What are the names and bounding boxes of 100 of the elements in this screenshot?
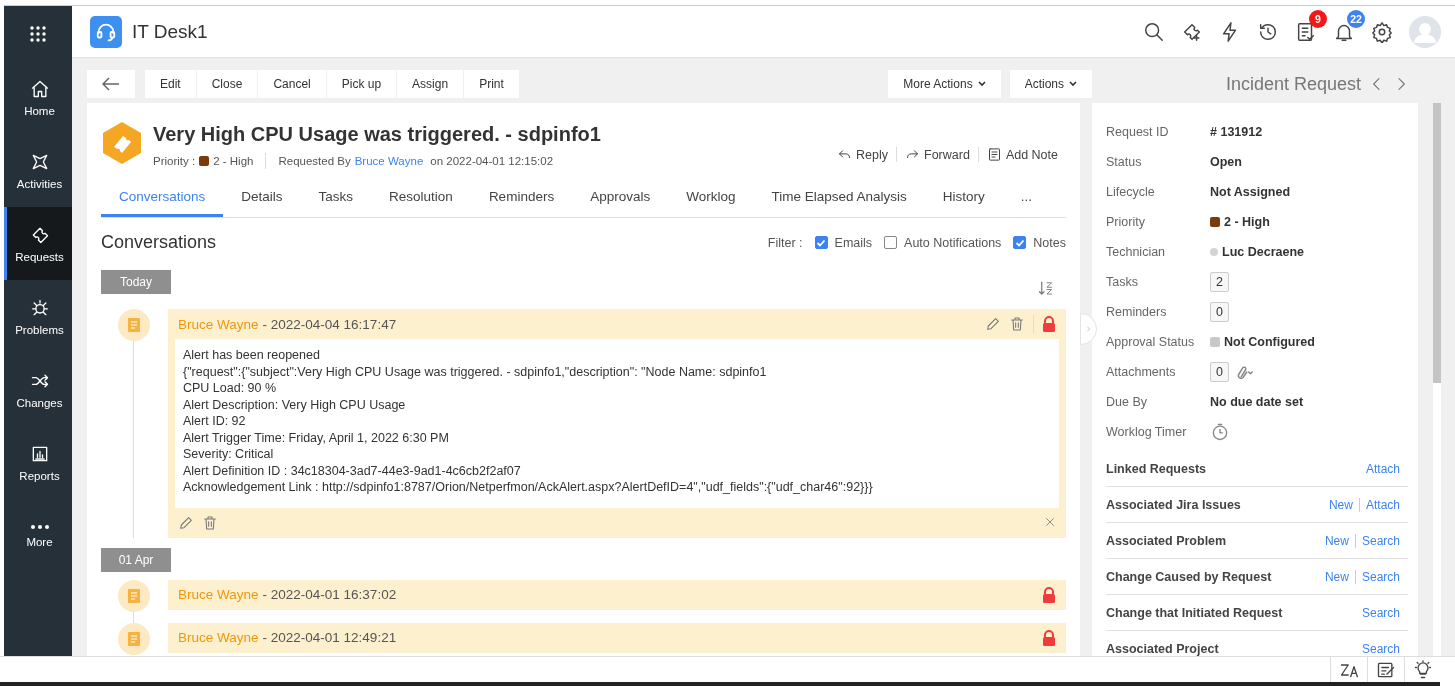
dropdown-button[interactable]: More Actions — [888, 70, 1001, 98]
bug-icon — [29, 297, 50, 318]
tab[interactable]: Reminders — [470, 181, 573, 217]
count-value[interactable]: 0 — [1210, 302, 1229, 322]
headset-logo-icon — [90, 15, 122, 48]
back-button[interactable] — [87, 70, 135, 98]
search-icon — [1143, 20, 1165, 43]
section-link[interactable]: New — [1324, 533, 1349, 548]
note-avatar-icon — [118, 309, 150, 341]
field-label: Request ID — [1106, 125, 1170, 139]
tab[interactable]: Conversations — [101, 181, 224, 217]
back-arrow-icon[interactable] — [102, 77, 120, 91]
section-link[interactable]: Search — [1361, 605, 1400, 620]
count-badge: 22 — [1347, 9, 1365, 28]
delete-icon — [202, 514, 218, 531]
message-body: Alert has been reopened {"request":{"subject":Very High CPU Usage was triggered. - sdpinfo1,"description": "Node Name: sdpinfo1 CPU Load: 90 % Alert Description: Very High CPU Usage Alert ID: 92 Alert Trigger Time: Friday, April 1, 2022 6:30 PM Severity: Critical Alert Definition ID : 34c18304-3ad7-44e3-9ad1-4c6cb2f2af07 Acknowledgement Link : http://sdpinfo1:8787/Orion/Netperfmon/AckAlert.aspx?AlertDefID=4","udf_fields":{"udf_char46":92}}} — [175, 339, 1059, 508]
field-label: Tasks — [1106, 275, 1139, 289]
tab[interactable]: Worklog — [668, 181, 754, 217]
checkbox-label: Auto Notifications — [904, 235, 1002, 250]
requested-date: on 2022-04-01 12:15:02 — [430, 155, 554, 167]
scrollbar-thumb[interactable] — [1433, 103, 1441, 383]
section-link[interactable]: Attach — [1358, 497, 1400, 512]
tab[interactable]: Time Elapsed Analysis — [753, 181, 925, 217]
sidebar-item[interactable]: Requests — [4, 207, 72, 280]
checkbox[interactable] — [814, 236, 828, 249]
dropdown-button[interactable]: Actions — [1009, 70, 1092, 98]
field-label: Approval Status — [1106, 335, 1196, 349]
tab[interactable]: Tasks — [300, 181, 372, 217]
settings-icon — [1371, 20, 1393, 43]
section-link[interactable]: New — [1328, 497, 1353, 512]
tab[interactable]: Details — [223, 181, 301, 217]
toolbar-button[interactable]: Edit — [145, 70, 196, 98]
checkbox-label: Notes — [1033, 235, 1066, 250]
requester-link[interactable]: Bruce Wayne — [354, 155, 424, 167]
count-value[interactable]: 2 — [1210, 272, 1229, 292]
close-icon — [1044, 515, 1056, 528]
action-button[interactable]: Add Note — [977, 147, 1066, 162]
caret-icon[interactable] — [1069, 81, 1077, 87]
field-label: Priority — [1106, 215, 1146, 229]
sidebar-item[interactable]: More — [4, 499, 72, 572]
tab[interactable]: ... — [1002, 181, 1051, 217]
field-label: Due By — [1106, 395, 1148, 409]
field-value: Luc Decraene — [1222, 245, 1304, 259]
field-label: Attachments — [1106, 365, 1177, 379]
lightbulb-icon — [1413, 659, 1433, 680]
action-button[interactable]: Reply — [829, 147, 897, 162]
toolbar-button[interactable]: Cancel — [258, 70, 326, 98]
field-value: Not Configured — [1224, 335, 1315, 349]
section-title: Change that Initiated Request — [1106, 605, 1283, 620]
count-badge: 9 — [1309, 9, 1327, 28]
sidebar-item[interactable]: Problems — [4, 280, 72, 353]
section-link[interactable]: Search — [1354, 569, 1400, 584]
edit-icon — [985, 316, 1001, 332]
action-button[interactable]: Forward — [896, 147, 978, 162]
tab[interactable]: Approvals — [572, 181, 669, 217]
field-label: Reminders — [1106, 305, 1168, 319]
caret-icon[interactable] — [977, 81, 986, 87]
section-title: Associated Project — [1106, 642, 1219, 656]
count-value[interactable]: 0 — [1210, 362, 1229, 382]
checkbox[interactable] — [1013, 236, 1027, 249]
field-label: Lifecycle — [1106, 185, 1156, 199]
checklist-icon — [1295, 20, 1317, 43]
toolbar-button[interactable]: Assign — [397, 70, 464, 98]
priority-label: Priority : — [153, 155, 196, 167]
note-icon — [986, 147, 1002, 162]
field-value: 2 - High — [1224, 215, 1270, 229]
field-label: Technician — [1106, 245, 1167, 259]
more-icon — [29, 523, 50, 530]
toolbar-button[interactable]: Print — [464, 70, 519, 98]
section-title: Linked Requests — [1106, 461, 1207, 476]
sidebar-item[interactable]: Changes — [4, 353, 72, 426]
field-label: Worklog Timer — [1106, 425, 1188, 439]
toolbar-button[interactable]: Close — [196, 70, 258, 98]
field-value: Open — [1210, 155, 1242, 169]
checkbox-label: Emails — [834, 235, 873, 250]
sidebar-item[interactable]: Activities — [4, 134, 72, 207]
app-title: IT Desk1 — [132, 20, 208, 43]
apps-grid-icon[interactable] — [30, 25, 46, 42]
tab[interactable]: History — [924, 181, 1003, 217]
field-label: Status — [1106, 155, 1143, 169]
toolbar-button[interactable]: Pick up — [326, 70, 397, 98]
priority-value: 2 - High — [213, 155, 254, 167]
requested-by-label: Requested By — [278, 155, 351, 167]
sidebar-item[interactable]: Home — [4, 61, 72, 134]
filter-label: Filter : — [767, 235, 803, 250]
checkbox[interactable] — [884, 236, 898, 249]
delete-icon — [1009, 316, 1025, 332]
tab[interactable]: Resolution — [371, 181, 471, 217]
section-link[interactable]: Search — [1361, 642, 1400, 656]
ticket-hexagon-icon — [101, 121, 143, 165]
section-link[interactable]: Search — [1354, 533, 1400, 548]
section-link[interactable]: New — [1324, 569, 1349, 584]
sidebar-item[interactable]: Reports — [4, 426, 72, 499]
request-title: Very High CPU Usage was triggered. - sdpinfo1 — [153, 123, 601, 146]
home-icon — [29, 78, 50, 99]
edit-icon — [178, 514, 194, 531]
note-avatar-icon — [118, 622, 150, 655]
stopwatch-icon — [1210, 422, 1230, 442]
section-link[interactable]: Attach — [1365, 461, 1400, 476]
timestamp: - 2022-04-04 16:17:47 — [262, 316, 397, 332]
